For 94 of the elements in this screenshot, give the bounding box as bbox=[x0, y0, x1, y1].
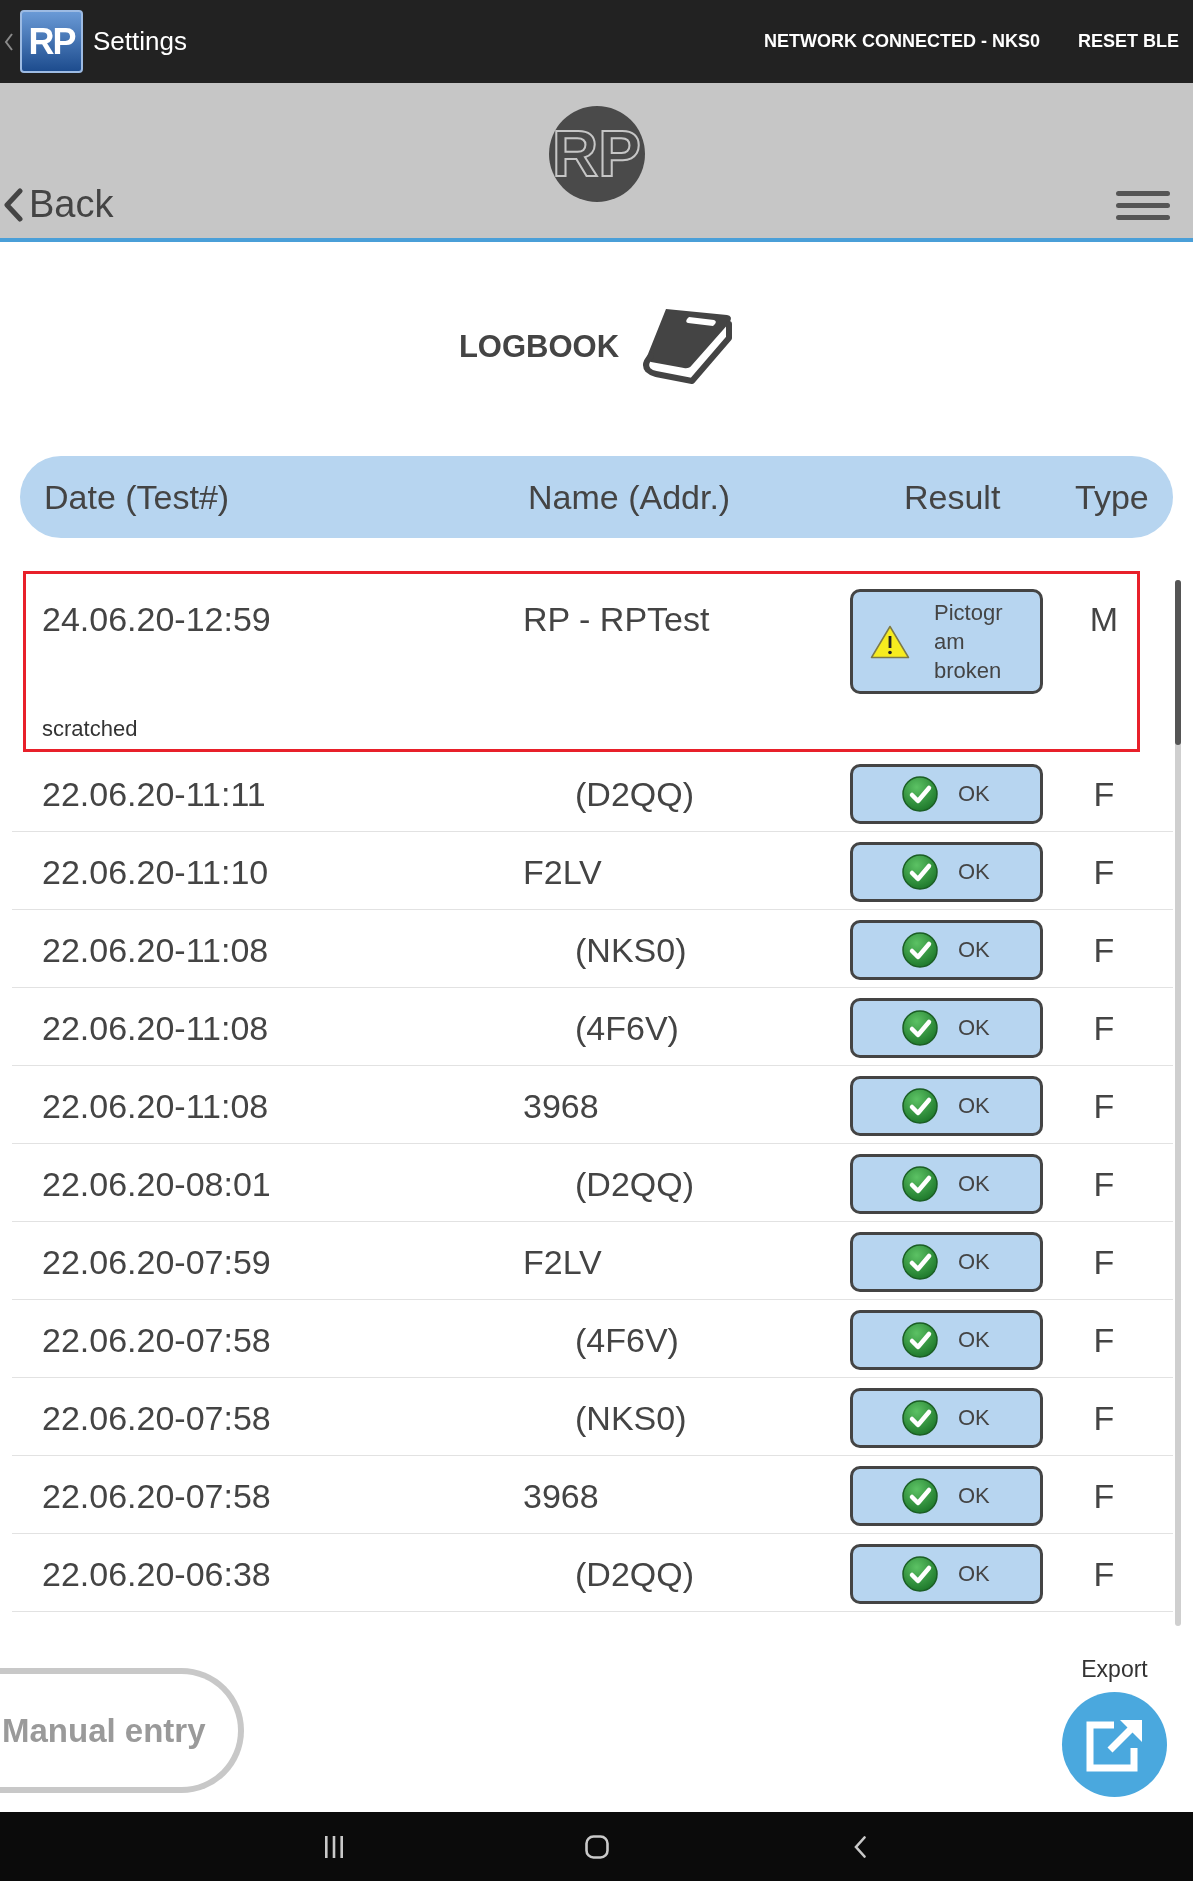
check-circle-icon bbox=[902, 1400, 938, 1436]
reset-ble-button[interactable]: RESET BLE bbox=[1078, 31, 1179, 52]
log-row[interactable]: 22.06.20-11:08 (NKS0) OK F bbox=[12, 910, 1173, 988]
column-header: Type bbox=[1075, 477, 1149, 517]
name-cell: F2LV bbox=[523, 1242, 602, 1282]
app-logo: RP bbox=[20, 10, 83, 73]
column-header: Name (Addr.) bbox=[528, 477, 732, 517]
check-circle-icon bbox=[902, 932, 938, 968]
back-button[interactable]: Back bbox=[0, 183, 114, 226]
date-cell-text: 22.06.20-07:58 bbox=[42, 1476, 272, 1516]
check-circle-icon bbox=[902, 1088, 938, 1124]
type-cell-text: F bbox=[1092, 774, 1116, 814]
log-row[interactable]: 22.06.20-07:58 (4F6V) OK F bbox=[12, 1300, 1173, 1378]
type-cell-text: F bbox=[1092, 930, 1116, 970]
column-header: Result bbox=[904, 477, 1002, 517]
log-row[interactable]: 22.06.20-06:38 (D2QQ) OK F bbox=[12, 1534, 1173, 1612]
check-circle-icon bbox=[902, 1556, 938, 1592]
column-header: Date (Test#) bbox=[44, 477, 231, 517]
date-cell-text: 22.06.20-07:58 bbox=[42, 1398, 272, 1438]
date-cell-text: 22.06.20-11:11 bbox=[42, 774, 267, 814]
result-button[interactable]: OK bbox=[850, 1388, 1043, 1448]
date-cell-text: 22.06.20-07:59 bbox=[42, 1242, 272, 1282]
warning-icon bbox=[870, 624, 910, 659]
export-icon bbox=[1085, 1717, 1144, 1772]
log-row[interactable]: 22.06.20-11:11 (D2QQ) OK F bbox=[12, 754, 1173, 832]
address-cell: (NKS0) bbox=[575, 1398, 687, 1438]
check-circle-icon bbox=[902, 1322, 938, 1358]
date-cell-text: 22.06.20-11:08 bbox=[42, 1086, 270, 1126]
log-row[interactable]: 22.06.20-07:58 (NKS0) OK F bbox=[12, 1378, 1173, 1456]
address-cell: (NKS0) bbox=[575, 930, 687, 970]
name-cell: RP - RPTest bbox=[523, 599, 710, 639]
book-icon bbox=[642, 307, 735, 387]
date-cell-text: 22.06.20-11:10 bbox=[42, 852, 270, 892]
result-button[interactable]: OK bbox=[850, 998, 1043, 1058]
result-button[interactable]: OK bbox=[850, 764, 1043, 824]
menu-icon[interactable] bbox=[1116, 191, 1170, 220]
address-cell: (4F6V) bbox=[575, 1008, 679, 1048]
address-cell: (4F6V) bbox=[575, 1320, 679, 1360]
address-cell: (D2QQ) bbox=[575, 1164, 694, 1204]
check-circle-icon bbox=[902, 776, 938, 812]
date-cell-text: 22.06.20-07:58 bbox=[42, 1320, 272, 1360]
log-row[interactable]: 22.06.20-07:59 F2LV OK F bbox=[12, 1222, 1173, 1300]
name-cell: 3968 bbox=[523, 1086, 599, 1126]
check-circle-icon bbox=[902, 1166, 938, 1202]
type-cell-text: F bbox=[1092, 1242, 1116, 1282]
chevron-left-icon bbox=[3, 187, 23, 222]
date-cell-text: 22.06.20-06:38 bbox=[42, 1554, 272, 1594]
log-row[interactable]: 22.06.20-07:58 3968 OK F bbox=[12, 1456, 1173, 1534]
log-row[interactable]: 22.06.20-11:08 (4F6V) OK F bbox=[12, 988, 1173, 1066]
type-cell-text: F bbox=[1092, 852, 1116, 892]
type-cell-text: M bbox=[1088, 599, 1120, 639]
result-button[interactable]: OK bbox=[850, 1544, 1043, 1604]
result-button[interactable]: OK bbox=[850, 1076, 1043, 1136]
home-icon[interactable] bbox=[584, 1834, 609, 1859]
scrollbar-thumb[interactable] bbox=[1175, 580, 1181, 745]
network-status: NETWORK CONNECTED - NKS0 bbox=[763, 31, 1040, 52]
log-row[interactable]: 22.06.20-11:10 F2LV OK F bbox=[12, 832, 1173, 910]
check-circle-icon bbox=[902, 1478, 938, 1514]
check-circle-icon bbox=[902, 1244, 938, 1280]
name-cell: F2LV bbox=[523, 852, 602, 892]
result-button[interactable]: OK bbox=[850, 1232, 1043, 1292]
back-icon[interactable] bbox=[853, 1835, 866, 1858]
result-button[interactable]: OK bbox=[850, 920, 1043, 980]
address-cell: (D2QQ) bbox=[575, 1554, 694, 1594]
type-cell-text: F bbox=[1092, 1086, 1116, 1126]
type-cell-text: F bbox=[1092, 1398, 1116, 1438]
note-text: scratched bbox=[42, 716, 138, 742]
check-circle-icon bbox=[902, 854, 938, 890]
brand-logo: RP bbox=[548, 106, 645, 202]
type-cell-text: F bbox=[1092, 1554, 1116, 1594]
date-cell-text: 24.06.20-12:59 bbox=[42, 599, 272, 639]
address-cell: (D2QQ) bbox=[575, 774, 694, 814]
log-row[interactable]: 24.06.20-12:59 RP - RPTest Pictogram broken M scratched bbox=[23, 571, 1140, 752]
result-button[interactable]: OK bbox=[850, 1466, 1043, 1526]
chevron-left-icon[interactable] bbox=[4, 31, 14, 52]
type-cell-text: F bbox=[1092, 1476, 1116, 1516]
type-cell-text: F bbox=[1092, 1008, 1116, 1048]
type-cell-text: F bbox=[1092, 1164, 1116, 1204]
result-button[interactable]: Pictogram broken bbox=[850, 589, 1043, 694]
page-title: LOGBOOK bbox=[458, 329, 620, 365]
name-cell: 3968 bbox=[523, 1476, 599, 1516]
log-row[interactable]: 22.06.20-08:01 (D2QQ) OK F bbox=[12, 1144, 1173, 1222]
log-row[interactable]: 22.06.20-11:08 3968 OK F bbox=[12, 1066, 1173, 1144]
date-cell-text: 22.06.20-08:01 bbox=[42, 1164, 272, 1204]
result-button[interactable]: OK bbox=[850, 842, 1043, 902]
result-button[interactable]: OK bbox=[850, 1310, 1043, 1370]
result-button[interactable]: OK bbox=[850, 1154, 1043, 1214]
app-title: Settings bbox=[93, 26, 187, 57]
check-circle-icon bbox=[902, 1010, 938, 1046]
date-cell-text: 22.06.20-11:08 bbox=[42, 1008, 270, 1048]
export-label: Export bbox=[1081, 1656, 1148, 1682]
recent-apps-icon[interactable] bbox=[323, 1835, 344, 1858]
date-cell-text: 22.06.20-11:08 bbox=[42, 930, 270, 970]
type-cell-text: F bbox=[1092, 1320, 1116, 1360]
